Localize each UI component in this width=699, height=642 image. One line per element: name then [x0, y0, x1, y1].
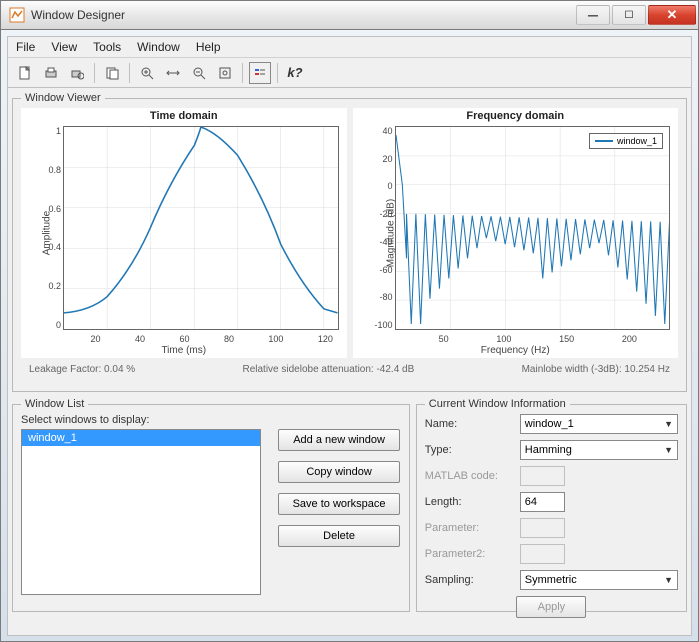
- close-button[interactable]: ✕: [648, 5, 696, 25]
- legend-icon[interactable]: [249, 62, 271, 84]
- time-chart-yticks: 10.80.60.40.20: [41, 126, 61, 330]
- minimize-button[interactable]: ─: [576, 5, 610, 25]
- label-name: Name:: [425, 418, 520, 430]
- titlebar: Window Designer ─ ☐ ✕: [0, 0, 699, 30]
- info-legend: Current Window Information: [425, 398, 570, 410]
- time-chart-xticks: 20406080100120: [63, 334, 339, 344]
- zoom-x-icon[interactable]: [162, 62, 184, 84]
- print-icon[interactable]: [40, 62, 62, 84]
- param-field: [520, 518, 565, 538]
- viewer-stats: Leakage Factor: 0.04 % Relative sidelobe…: [21, 358, 678, 375]
- window-title: Window Designer: [31, 8, 574, 22]
- chevron-down-icon: ▼: [664, 575, 673, 585]
- menu-file[interactable]: File: [16, 40, 35, 54]
- label-param2: Parameter2:: [425, 548, 520, 560]
- copy-window-button[interactable]: Copy window: [278, 461, 400, 483]
- annotate-icon[interactable]: [101, 62, 123, 84]
- window-info-group: Current Window Information Name: window_…: [416, 398, 687, 612]
- label-type: Type:: [425, 444, 520, 456]
- time-chart-plot: [63, 126, 339, 330]
- winlist-instruction: Select windows to display:: [21, 414, 401, 426]
- length-input[interactable]: 64: [520, 492, 565, 512]
- freq-chart-xlabel: Frequency (Hz): [353, 345, 679, 356]
- menu-view[interactable]: View: [51, 40, 77, 54]
- window-listbox[interactable]: window_1: [21, 429, 261, 595]
- menu-tools[interactable]: Tools: [93, 40, 121, 54]
- delete-button[interactable]: Delete: [278, 525, 400, 547]
- print-preview-icon[interactable]: [66, 62, 88, 84]
- new-icon[interactable]: [14, 62, 36, 84]
- stat-mainlobe: Mainlobe width (-3dB): 10.254 Hz: [522, 364, 670, 375]
- chevron-down-icon: ▼: [664, 445, 673, 455]
- add-window-button[interactable]: Add a new window: [278, 429, 400, 451]
- label-sampling: Sampling:: [425, 574, 520, 586]
- apply-button[interactable]: Apply: [516, 596, 586, 618]
- sampling-dropdown[interactable]: Symmetric▼: [520, 570, 678, 590]
- time-domain-chart: Time domain Amplitude 10.80.60.40.20 204…: [21, 108, 347, 358]
- time-chart-xlabel: Time (ms): [21, 345, 347, 356]
- freq-domain-chart: Frequency domain Magnitude (dB) 40200-20…: [353, 108, 679, 358]
- toolbar: k?: [7, 58, 692, 88]
- matlab-field: [520, 466, 565, 486]
- app-icon: [9, 7, 25, 23]
- maximize-button[interactable]: ☐: [612, 5, 646, 25]
- param2-field: [520, 544, 565, 564]
- zoom-full-icon[interactable]: [214, 62, 236, 84]
- menubar: File View Tools Window Help: [7, 36, 692, 58]
- list-item[interactable]: window_1: [22, 430, 260, 446]
- menu-help[interactable]: Help: [196, 40, 221, 54]
- label-param: Parameter:: [425, 522, 520, 534]
- menu-window[interactable]: Window: [137, 40, 180, 54]
- label-length: Length:: [425, 496, 520, 508]
- save-workspace-button[interactable]: Save to workspace: [278, 493, 400, 515]
- window-list-group: Window List Select windows to display: w…: [12, 398, 410, 612]
- zoom-out-icon[interactable]: [188, 62, 210, 84]
- zoom-in-icon[interactable]: [136, 62, 158, 84]
- freq-legend: window_1: [589, 133, 663, 149]
- chevron-down-icon: ▼: [664, 419, 673, 429]
- time-chart-title: Time domain: [21, 108, 347, 124]
- winlist-legend: Window List: [21, 398, 88, 410]
- freq-chart-xticks: 50100150200: [395, 334, 671, 344]
- viewer-legend: Window Viewer: [21, 92, 105, 104]
- help-icon[interactable]: k?: [284, 62, 306, 84]
- name-dropdown[interactable]: window_1▼: [520, 414, 678, 434]
- type-dropdown[interactable]: Hamming▼: [520, 440, 678, 460]
- label-matlab: MATLAB code:: [425, 470, 520, 482]
- stat-leakage: Leakage Factor: 0.04 %: [29, 364, 135, 375]
- freq-chart-title: Frequency domain: [353, 108, 679, 124]
- window-viewer-group: Window Viewer Time domain Amplitude 10.8…: [12, 92, 687, 392]
- freq-chart-yticks: 40200-20-40-60-80-100: [373, 126, 393, 330]
- freq-chart-plot: window_1: [395, 126, 671, 330]
- stat-sidelobe: Relative sidelobe attenuation: -42.4 dB: [242, 364, 414, 375]
